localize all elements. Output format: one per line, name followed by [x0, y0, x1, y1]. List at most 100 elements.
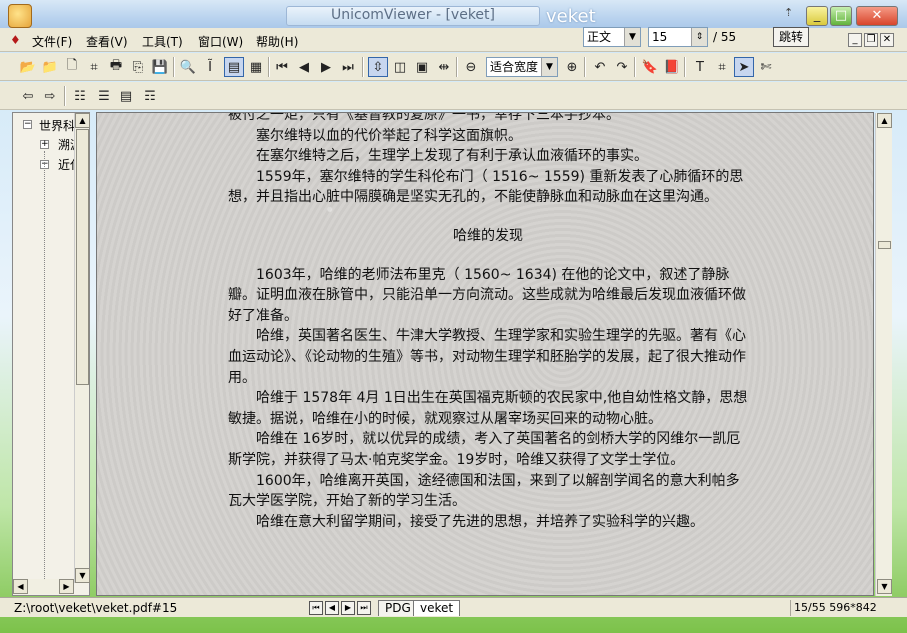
bookmark-icon[interactable]: 🔖 [640, 57, 660, 77]
document-vertical-scrollbar[interactable]: ▲ ▼ [875, 113, 892, 596]
minimize-button[interactable]: _ [806, 6, 828, 26]
tree-connector [44, 151, 45, 591]
main-toolbar: 📂 📁 🗋 ⌗ 🖶 ⎘ 💾 🔍 Ĩ ▤ ▦ ⏮ ◀ ▶ ⏭ ⇳ ◫ ▣ ⇹ ⊖ … [0, 53, 907, 81]
toolbar-separator [362, 57, 364, 77]
scroll-down-icon[interactable]: ▼ [75, 568, 90, 583]
tree-expand-toggle[interactable]: + [40, 140, 49, 149]
open-folder-icon[interactable]: 📂 [18, 57, 38, 77]
outline-icon[interactable]: ▦ [246, 57, 266, 77]
maximize-button[interactable]: □ [830, 6, 852, 26]
text-select-icon[interactable]: Ĩ [200, 57, 220, 77]
copy-page-icon[interactable]: ⎘ [128, 57, 148, 77]
scroll-up-icon[interactable]: ▲ [877, 113, 892, 128]
tree-horizontal-scrollbar[interactable]: ◀ ▶ [13, 579, 74, 594]
last-tab-icon[interactable]: ⏭ [357, 601, 371, 615]
zoom-search-icon[interactable]: 🔍 [178, 57, 198, 77]
jump-button[interactable]: 跳转 [773, 27, 809, 47]
tree-vertical-scrollbar[interactable]: ▲ ▼ [74, 113, 90, 583]
forward-icon[interactable]: ⇨ [40, 86, 60, 106]
window-title: UnicomViewer - [veket] [286, 6, 540, 26]
spinner-icon[interactable]: ⇕ [691, 28, 707, 46]
crop-icon[interactable]: ⌗ [712, 57, 732, 77]
style-select[interactable]: 正文 ▼ [583, 27, 641, 47]
menu-tools[interactable]: 工具(T) [142, 33, 183, 50]
zoom-select-value: 适合宽度 [490, 60, 539, 74]
paragraph: 哈维在 16岁时，就以优异的成绩，考入了英国著名的剑桥大学的冈维尔一凯厄斯学院，… [228, 431, 741, 468]
tree-collapse-icon[interactable]: ☰ [94, 86, 114, 106]
page-number-value: 15 [652, 30, 668, 44]
tree-expand-icon[interactable]: ☷ [70, 86, 90, 106]
paragraph: 在塞尔维特之后，生理学上发现了有利于承认血液循环的事实。 [256, 148, 648, 165]
status-bar: Z:\root\veket\veket.pdf#15 ⏮ ◀ ▶ ⏭ PDG v… [0, 597, 907, 617]
page-list-icon[interactable]: ▤ [116, 86, 136, 106]
first-page-icon[interactable]: ⏮ [272, 57, 292, 77]
toolbar-separator [268, 57, 270, 77]
next-page-icon[interactable]: ▶ [316, 57, 336, 77]
tree-list-icon[interactable]: ☶ [140, 86, 160, 106]
scrollbar-thumb[interactable] [878, 241, 891, 249]
fit-page-icon[interactable]: ▣ [412, 57, 432, 77]
chevron-down-icon[interactable]: ▼ [624, 28, 640, 46]
paragraph: 1600年，哈维离开英国，途经德国和法国，来到了以解剖学闻名的意大利帕多瓦大学医… [228, 472, 740, 510]
paragraph: 哈维在意大利留学期间，接受了先进的思想，并培养了实验科学的兴趣。 [256, 513, 704, 530]
book-icon[interactable]: 📕 [662, 57, 682, 77]
back-icon[interactable]: ⇦ [18, 86, 38, 106]
rotate-right-icon[interactable]: ↷ [612, 57, 632, 77]
menu-help[interactable]: 帮助(H) [256, 33, 298, 50]
rotate-left-icon[interactable]: ↶ [590, 57, 610, 77]
single-page-icon[interactable]: ▤ [224, 57, 244, 77]
scroll-left-icon[interactable]: ◀ [13, 579, 28, 594]
new-document-icon[interactable]: 🗋 [62, 57, 82, 77]
tree-item-root[interactable]: 世界科 [39, 117, 75, 134]
tree-item-origins[interactable]: 溯源 [58, 136, 75, 153]
app-icon[interactable] [8, 4, 32, 28]
mdi-minimize-button[interactable]: _ [848, 33, 862, 47]
page-number-input[interactable]: 15 ⇕ [648, 27, 708, 47]
tree-collapse-toggle[interactable]: − [23, 120, 32, 129]
scroll-down-icon[interactable]: ▼ [877, 579, 892, 594]
tab-veket[interactable]: veket [413, 600, 461, 616]
toolbar-separator [584, 57, 586, 77]
paragraph: 1559年，塞尔维特的学生科伦布门（ 1516~ 1559) 重新发表了心肺循环… [228, 168, 744, 206]
zoom-out-icon[interactable]: ⊖ [461, 57, 481, 77]
scan-icon[interactable]: ⌗ [84, 57, 104, 77]
two-page-view-icon[interactable]: ◫ [390, 57, 410, 77]
tree-item-modern[interactable]: 近代 [58, 156, 75, 173]
zoom-select[interactable]: 适合宽度 ▼ [486, 57, 558, 77]
scroll-up-icon[interactable]: ▲ [75, 113, 90, 128]
menu-file[interactable]: 文件(F) [32, 33, 72, 50]
scroll-right-icon[interactable]: ▶ [59, 579, 74, 594]
document-view[interactable]: 被付之一炬，只有《基督教的复原》一书，幸存下三本手抄本。 塞尔维特以血的代价举起… [96, 112, 874, 596]
tab-pdg[interactable]: PDG [378, 600, 418, 616]
continuous-view-icon[interactable]: ⇳ [368, 57, 388, 77]
previous-page-icon[interactable]: ◀ [294, 57, 314, 77]
close-button[interactable]: ✕ [856, 6, 898, 26]
page-info: 15/55 596*842 [790, 600, 906, 616]
scrollbar-thumb[interactable] [76, 129, 89, 385]
next-tab-icon[interactable]: ▶ [341, 601, 355, 615]
mdi-restore-button[interactable]: ❐ [864, 33, 878, 47]
chevron-down-icon[interactable]: ▼ [541, 58, 557, 76]
first-tab-icon[interactable]: ⏮ [309, 601, 323, 615]
mdi-close-button[interactable]: ✕ [880, 33, 894, 47]
settings-tools-icon[interactable]: ✄ [756, 57, 776, 77]
paragraph: 1603年，哈维的老师法布里克（ 1560~ 1634) 在他的论文中，叙述了静… [228, 266, 746, 324]
fit-width-icon[interactable]: ⇹ [434, 57, 454, 77]
text-tool-icon[interactable]: T [690, 57, 710, 77]
zoom-in-icon[interactable]: ⊕ [562, 57, 582, 77]
save-icon[interactable]: 💾 [150, 57, 170, 77]
toolbar-separator [173, 57, 175, 77]
pointer-icon[interactable]: ➤ [734, 57, 754, 77]
arrow-up-icon[interactable]: ⇡ [784, 6, 793, 19]
file-path: Z:\root\veket\veket.pdf#15 [14, 601, 178, 615]
style-select-value: 正文 [587, 30, 612, 44]
print-icon[interactable]: 🖶 [106, 57, 126, 77]
menu-window[interactable]: 窗口(W) [198, 33, 243, 50]
last-page-icon[interactable]: ⏭ [338, 57, 358, 77]
document-icon[interactable]: ♦ [10, 33, 21, 47]
previous-tab-icon[interactable]: ◀ [325, 601, 339, 615]
open-folder-alt-icon[interactable]: 📁 [40, 57, 60, 77]
menu-view[interactable]: 查看(V) [86, 33, 128, 50]
toolbar-separator [64, 86, 66, 106]
paragraph: 被付之一炬，只有《基督教的复原》一书，幸存下三本手抄本。 [228, 112, 620, 123]
